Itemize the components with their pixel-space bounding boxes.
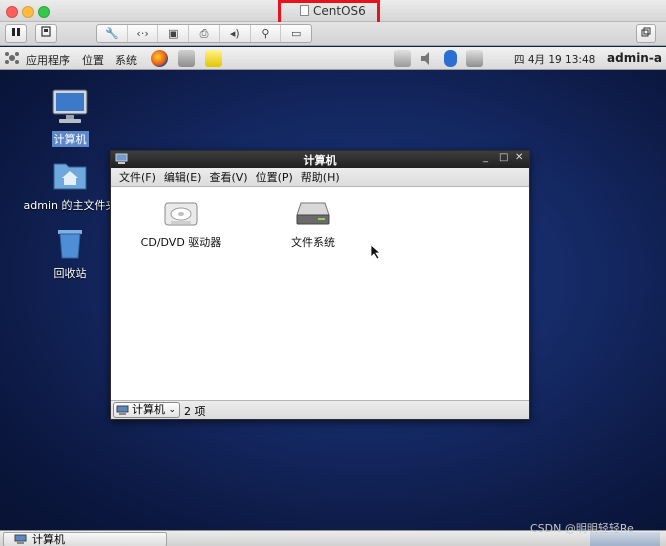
cd-dvd-drive-item[interactable]: CD/DVD 驱动器: [135, 197, 227, 250]
location-dropdown[interactable]: 计算机 ⌄: [113, 402, 180, 418]
desktop-icon-home-folder[interactable]: admin 的主文件夹: [18, 158, 122, 213]
places-menu[interactable]: 位置: [82, 52, 104, 68]
panel-user-menu[interactable]: admin-a: [607, 51, 662, 65]
file-manager-statusbar: 计算机 ⌄ 2 项: [111, 400, 529, 419]
panel-clock[interactable]: 四 4月 19 13:48: [514, 52, 595, 67]
gnome-foot-icon: [4, 50, 20, 66]
pause-button[interactable]: [5, 24, 27, 43]
minimize-icon[interactable]: _: [483, 152, 488, 163]
maximize-icon[interactable]: □: [499, 152, 508, 163]
volume-icon[interactable]: [419, 50, 436, 67]
printer-icon[interactable]: ⎙: [189, 25, 220, 42]
vm-toolbar: 🔧 ‹·› ▣ ⎙ ◂) ⚲ ▭: [0, 22, 666, 46]
network-status-icon[interactable]: [394, 50, 411, 67]
computer-icon: [14, 534, 27, 544]
gnome-top-panel: 应用程序 位置 系统 四 4月 19 13:48 admin-a: [0, 47, 666, 70]
file-manager-window: 计算机 _ □ ✕ 文件(F) 编辑(E) 查看(V) 位置(P) 帮助(H) …: [110, 150, 530, 420]
location-label: 计算机: [132, 403, 165, 416]
taskbar-item-computer[interactable]: 计算机: [3, 532, 167, 546]
shared-folder-icon[interactable]: ▭: [281, 25, 311, 42]
file-manager-content: CD/DVD 驱动器 文件系统: [111, 187, 529, 402]
desktop-icon-trash[interactable]: 回收站: [47, 224, 93, 281]
network-arrows-icon[interactable]: ‹·›: [128, 25, 159, 42]
file-manager-titlebar[interactable]: 计算机 _ □ ✕: [111, 151, 529, 168]
menu-places[interactable]: 位置(P): [252, 168, 297, 186]
window-restore-icon: [641, 27, 651, 37]
taskbar-item-label: 计算机: [32, 533, 65, 546]
trash-icon: [58, 230, 82, 259]
disk-icon[interactable]: ▣: [158, 25, 190, 42]
system-menu[interactable]: 系统: [115, 52, 137, 68]
computer-icon: [116, 405, 129, 415]
item-count: 2 项: [184, 405, 206, 418]
mail-client-icon[interactable]: [178, 50, 195, 67]
file-manager-title: 计算机: [303, 154, 337, 167]
desktop-icon-label: admin 的主文件夹: [23, 199, 117, 212]
bluetooth-icon[interactable]: [444, 50, 457, 67]
menu-file[interactable]: 文件(F): [115, 168, 160, 186]
fullscreen-button[interactable]: [636, 24, 656, 43]
optical-drive-icon: [164, 202, 198, 226]
pause-icon: [12, 28, 20, 36]
home-folder-icon: [53, 163, 87, 190]
firefox-icon[interactable]: [151, 50, 168, 67]
menu-view[interactable]: 查看(V): [205, 168, 251, 186]
mouse-cursor-icon: [370, 244, 382, 260]
close-window-button[interactable]: [6, 6, 18, 18]
file-manager-menubar: 文件(F) 编辑(E) 查看(V) 位置(P) 帮助(H): [111, 168, 529, 187]
sound-icon[interactable]: ◂): [220, 25, 251, 42]
item-label: 文件系统: [291, 236, 335, 249]
desktop-icon-computer[interactable]: 计算机: [47, 88, 93, 147]
hard-disk-icon: [296, 202, 330, 225]
minimize-window-button[interactable]: [22, 6, 34, 18]
text-editor-icon[interactable]: [205, 50, 222, 67]
menu-help[interactable]: 帮助(H): [297, 168, 344, 186]
snapshot-button[interactable]: [35, 24, 57, 43]
settings-wrench-icon[interactable]: 🔧: [97, 25, 128, 42]
computer-icon: [52, 89, 88, 123]
display-icon[interactable]: [466, 50, 483, 67]
item-label: CD/DVD 驱动器: [140, 236, 222, 249]
applications-menu[interactable]: 应用程序: [26, 52, 70, 68]
desktop-icon-label: 回收站: [53, 267, 87, 280]
watermark-text: CSDN @明明轻轻Re: [530, 522, 634, 535]
filesystem-item[interactable]: 文件系统: [274, 197, 352, 250]
close-icon[interactable]: ✕: [515, 152, 523, 163]
vm-device-toolbar: 🔧 ‹·› ▣ ⎙ ◂) ⚲ ▭: [96, 24, 312, 43]
menu-edit[interactable]: 编辑(E): [160, 168, 206, 186]
snapshot-icon: [40, 26, 51, 37]
usb-icon[interactable]: ⚲: [251, 25, 282, 42]
desktop-icon-label: 计算机: [51, 131, 89, 147]
chevron-down-icon: ⌄: [168, 405, 176, 415]
zoom-window-button[interactable]: [38, 6, 50, 18]
